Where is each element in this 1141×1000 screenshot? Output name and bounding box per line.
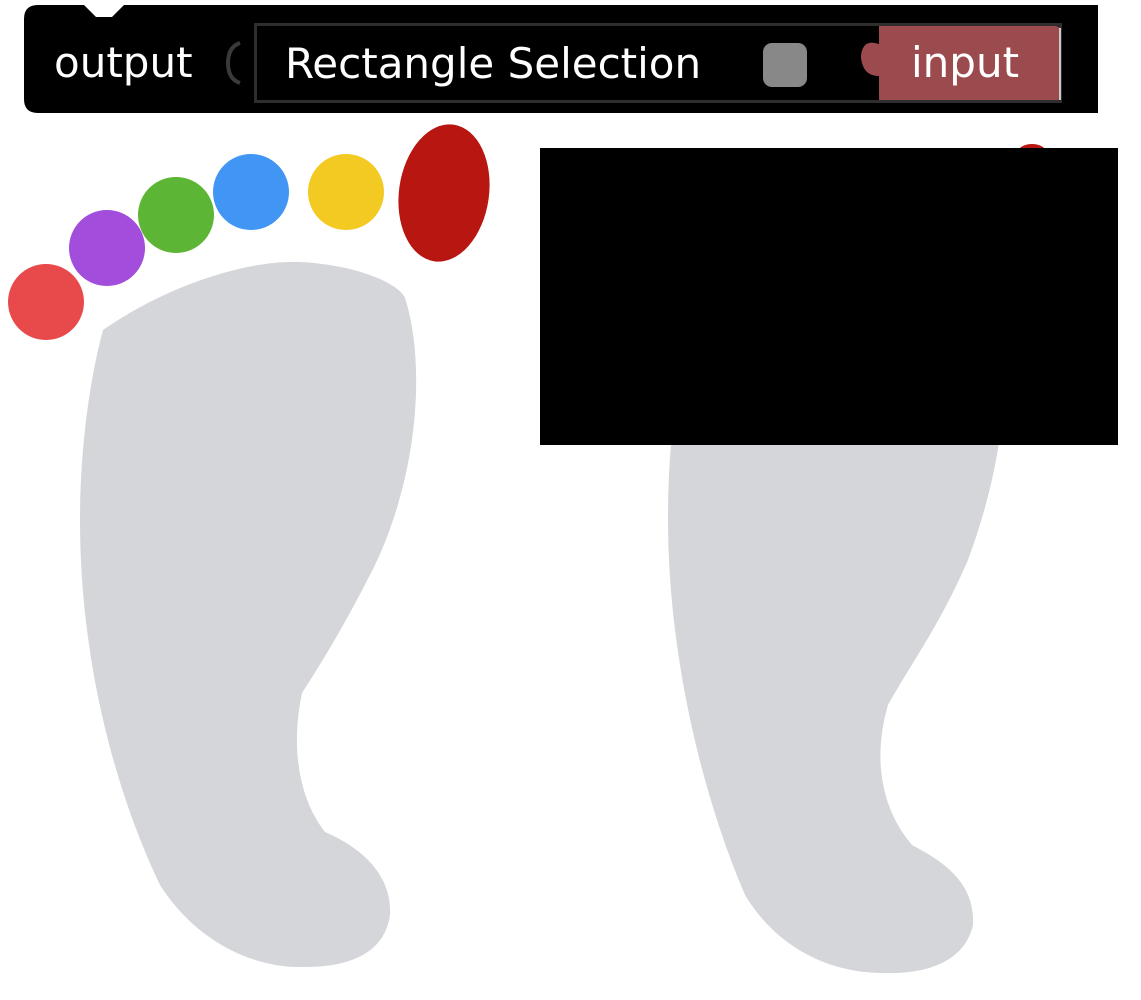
selection-rectangle[interactable]	[540, 148, 1118, 445]
image-canvas	[8, 124, 1118, 974]
toe-green	[138, 177, 214, 253]
toggle-square-icon[interactable]	[763, 43, 807, 87]
output-label: output	[54, 38, 193, 87]
left-foot-shape	[80, 261, 417, 968]
field-label: Rectangle Selection	[285, 39, 702, 88]
toe-red	[8, 264, 84, 340]
toe-blue	[213, 154, 289, 230]
rectangle-selection-block[interactable]: output Rectangle Selection input	[24, 5, 1098, 113]
input-socket-icon	[225, 41, 241, 85]
toe-big	[398, 124, 490, 262]
toe-yellow	[308, 154, 384, 230]
input-reporter-block[interactable]: input	[855, 26, 1065, 100]
selection-field[interactable]: Rectangle Selection input	[254, 23, 1062, 103]
input-label: input	[911, 38, 1020, 87]
toe-purple	[69, 210, 145, 286]
